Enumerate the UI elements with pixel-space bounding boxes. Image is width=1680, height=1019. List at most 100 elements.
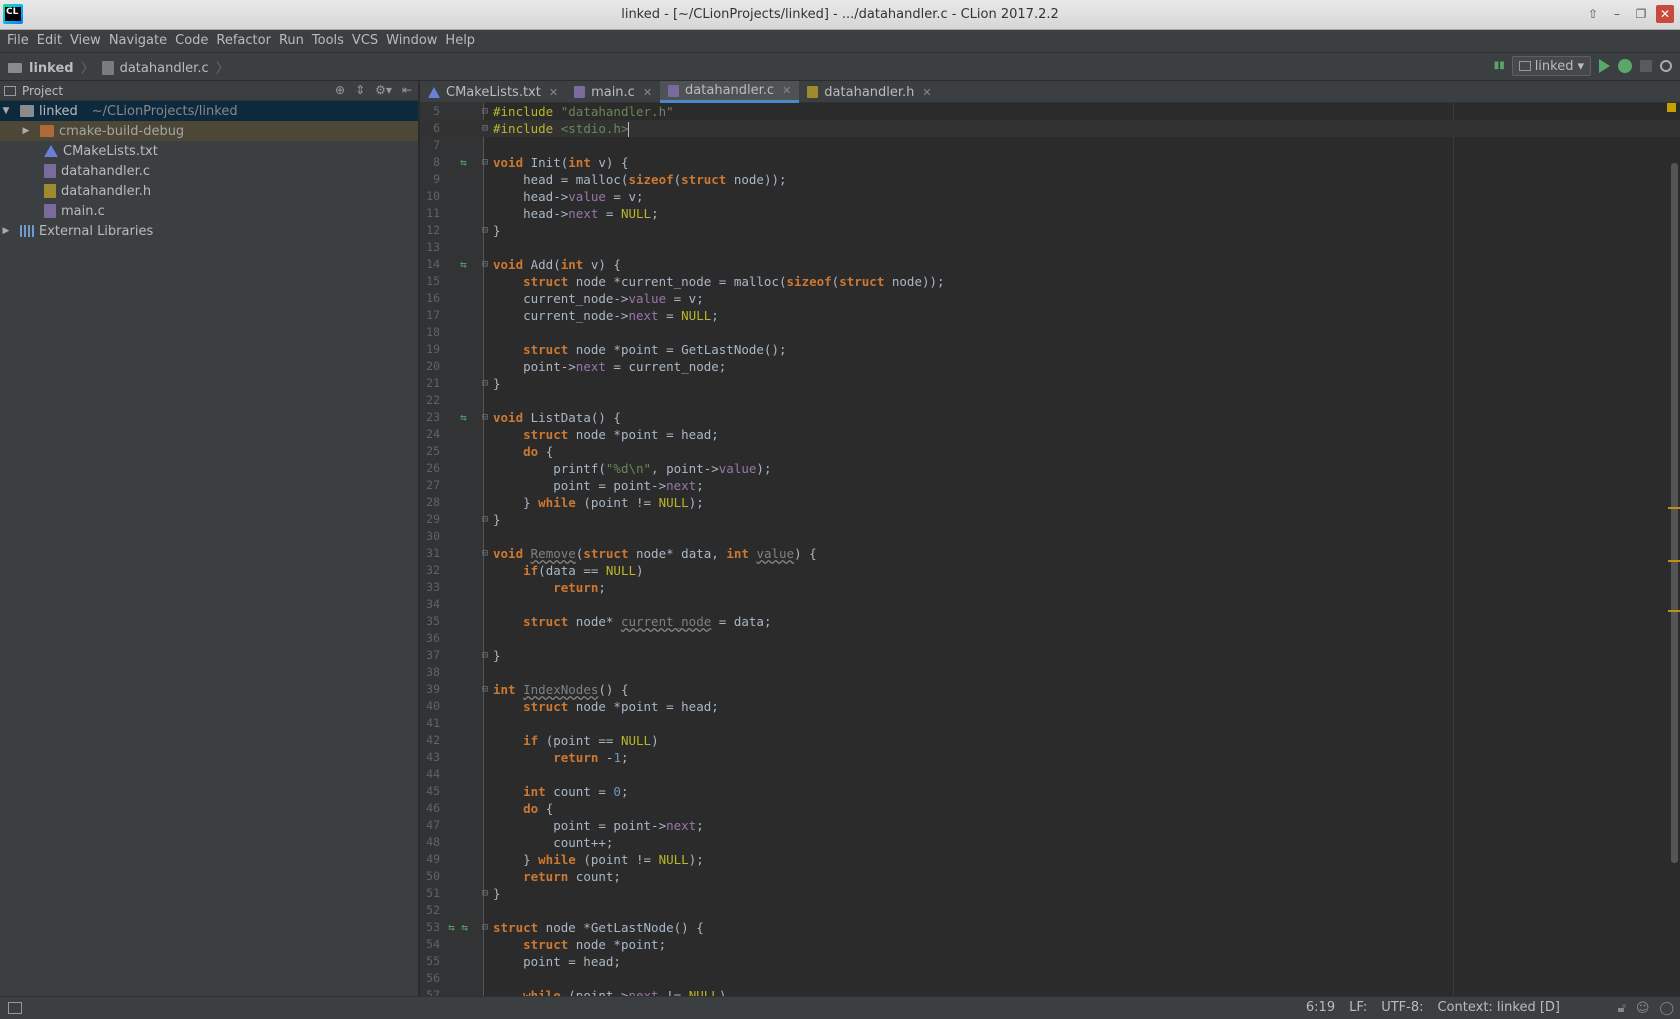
code-line[interactable]: 12 ⊟} (420, 222, 1680, 239)
code-line[interactable]: 6 ⊟ #include <stdio.h> (420, 120, 1680, 137)
code-line[interactable]: 38 (420, 664, 1680, 681)
menu-run[interactable]: Run (276, 30, 307, 52)
code-line[interactable]: 29 ⊟} (420, 511, 1680, 528)
code-line[interactable]: 13 (420, 239, 1680, 256)
notifications-icon[interactable]: ◯ (1659, 1001, 1674, 1016)
menu-help[interactable]: Help (442, 30, 478, 52)
code-line[interactable]: 55 point = head; (420, 953, 1680, 970)
menu-code[interactable]: Code (172, 30, 211, 52)
code-line[interactable]: 9 head = malloc(sizeof(struct node)); (420, 171, 1680, 188)
code-line[interactable]: 52 (420, 902, 1680, 919)
code-line[interactable]: 36 (420, 630, 1680, 647)
menu-window[interactable]: Window (383, 30, 440, 52)
tab-datahandler-c[interactable]: datahandler.c ✕ (660, 81, 800, 103)
close-tab-icon[interactable]: ✕ (922, 86, 931, 99)
menu-refactor[interactable]: Refactor (213, 30, 274, 52)
tree-item-main-c[interactable]: main.c (0, 201, 418, 221)
code-line[interactable]: 47 point = point->next; (420, 817, 1680, 834)
menu-vcs[interactable]: VCS (349, 30, 381, 52)
code-line[interactable]: 49 } while (point != NULL); (420, 851, 1680, 868)
code-line[interactable]: 15 struct node *current_node = malloc(si… (420, 273, 1680, 290)
code-line[interactable]: 22 (420, 392, 1680, 409)
close-tab-icon[interactable]: ✕ (782, 84, 791, 97)
tree-item-datahandler-c[interactable]: datahandler.c (0, 161, 418, 181)
fold-marker-icon[interactable]: ⊟ (482, 681, 488, 698)
code-line[interactable]: 20 point->next = current_node; (420, 358, 1680, 375)
menu-view[interactable]: View (67, 30, 104, 52)
build-icon[interactable]: ▮▮ (1494, 59, 1505, 73)
tree-item-external-libraries[interactable]: ▶ External Libraries (0, 221, 418, 241)
fold-marker-icon[interactable]: ⊟ (482, 647, 488, 664)
tree-item-cmakelists[interactable]: CMakeLists.txt (0, 141, 418, 161)
code-editor[interactable]: 5 ⊟ #include "datahandler.h" 6 ⊟ #include <st… (420, 103, 1680, 996)
fold-marker-icon[interactable]: ⊟ (482, 545, 488, 562)
code-line[interactable]: 10 head->value = v; (420, 188, 1680, 205)
code-line[interactable]: 19 struct node *point = GetLastNode(); (420, 341, 1680, 358)
fold-marker-icon[interactable]: ⊟ (482, 103, 488, 120)
code-line[interactable]: 35 struct node* current_node = data; (420, 613, 1680, 630)
code-line[interactable]: 26 printf("%d\n", point->value); (420, 460, 1680, 477)
code-line[interactable]: 46 do { (420, 800, 1680, 817)
fold-marker-icon[interactable]: ⊟ (482, 120, 488, 137)
line-separator[interactable]: LF: (1349, 1000, 1367, 1015)
code-line[interactable]: 33 return; (420, 579, 1680, 596)
collapse-arrow-icon[interactable]: ▶ (0, 226, 12, 236)
resolve-context[interactable]: Context: linked [D] (1437, 1000, 1560, 1015)
code-line[interactable]: 34 (420, 596, 1680, 613)
fold-marker-icon[interactable]: ⊟ (482, 375, 488, 392)
minimize-icon[interactable]: – (1608, 5, 1626, 23)
code-line[interactable]: 23 ⇆ ⊟ void ListData() { (420, 409, 1680, 426)
code-line[interactable]: 31 ⊟ void Remove(struct node* data, int va… (420, 545, 1680, 562)
file-encoding[interactable]: UTF-8: (1381, 1000, 1423, 1015)
code-line[interactable]: 8 ⇆ ⊟ void Init(int v) { (420, 154, 1680, 171)
maximize-icon[interactable]: ❐ (1632, 5, 1650, 23)
breadcrumb-project[interactable]: linked (29, 61, 74, 76)
tree-item-root[interactable]: ▼ linked ~/CLionProjects/linked (0, 101, 418, 121)
code-line[interactable]: 32 if(data == NULL) (420, 562, 1680, 579)
override-marker-icon[interactable]: ⇆ (460, 409, 467, 426)
run-configuration-select[interactable]: linked ▾ (1511, 56, 1591, 76)
code-line[interactable]: 30 (420, 528, 1680, 545)
code-line[interactable]: 54 struct node *point; (420, 936, 1680, 953)
code-line[interactable]: 7 (420, 137, 1680, 154)
code-line[interactable]: 44 (420, 766, 1680, 783)
collapse-arrow-icon[interactable]: ▶ (20, 126, 32, 136)
fold-marker-icon[interactable]: ⊟ (482, 409, 488, 426)
code-line[interactable]: 56 (420, 970, 1680, 987)
collapse-all-icon[interactable]: ⇕ (355, 83, 365, 97)
locate-icon[interactable]: ⊕ (335, 83, 345, 97)
code-line[interactable]: 24 struct node *point = head; (420, 426, 1680, 443)
scroll-up-icon[interactable]: ⇧ (1584, 5, 1602, 23)
code-line[interactable]: 53 ⇆ ⇆ ⊟ struct node *GetLastNode() { (420, 919, 1680, 936)
code-line[interactable]: 48 count++; (420, 834, 1680, 851)
code-line[interactable]: 41 (420, 715, 1680, 732)
code-line[interactable]: 21 ⊟} (420, 375, 1680, 392)
code-line[interactable]: 37 ⊟} (420, 647, 1680, 664)
fold-marker-icon[interactable]: ⊟ (482, 154, 488, 171)
code-line[interactable]: 40 struct node *point = head; (420, 698, 1680, 715)
tab-cmakelists[interactable]: CMakeLists.txt ✕ (420, 81, 566, 103)
code-line[interactable]: 45 int count = 0; (420, 783, 1680, 800)
fold-marker-icon[interactable]: ⊟ (482, 222, 488, 239)
override-marker-icon[interactable]: ⇆ (460, 154, 467, 171)
project-panel-title[interactable]: Project (22, 84, 63, 98)
override-marker-icon[interactable]: ⇆ ⇆ (448, 919, 468, 936)
override-marker-icon[interactable]: ⇆ (460, 256, 467, 273)
code-line[interactable]: 57 while (point->next != NULL) (420, 987, 1680, 996)
code-line[interactable]: 43 return -1; (420, 749, 1680, 766)
code-line[interactable]: 51 ⊟} (420, 885, 1680, 902)
code-line[interactable]: 17 current_node->next = NULL; (420, 307, 1680, 324)
inspector-icon[interactable]: ☺ (1636, 1001, 1650, 1016)
code-line[interactable]: 28 } while (point != NULL); (420, 494, 1680, 511)
search-icon[interactable] (1660, 60, 1672, 72)
fold-marker-icon[interactable]: ⊟ (482, 919, 488, 936)
menu-navigate[interactable]: Navigate (106, 30, 170, 52)
code-line[interactable]: 50 return count; (420, 868, 1680, 885)
code-line[interactable]: 25 do { (420, 443, 1680, 460)
code-line[interactable]: 14 ⇆ ⊟ void Add(int v) { (420, 256, 1680, 273)
settings-gear-icon[interactable]: ⚙▾ (375, 83, 392, 97)
code-line[interactable]: 39 ⊟ int IndexNodes() { (420, 681, 1680, 698)
menu-edit[interactable]: Edit (34, 30, 65, 52)
tree-item-datahandler-h[interactable]: datahandler.h (0, 181, 418, 201)
code-line[interactable]: 42 if (point == NULL) (420, 732, 1680, 749)
